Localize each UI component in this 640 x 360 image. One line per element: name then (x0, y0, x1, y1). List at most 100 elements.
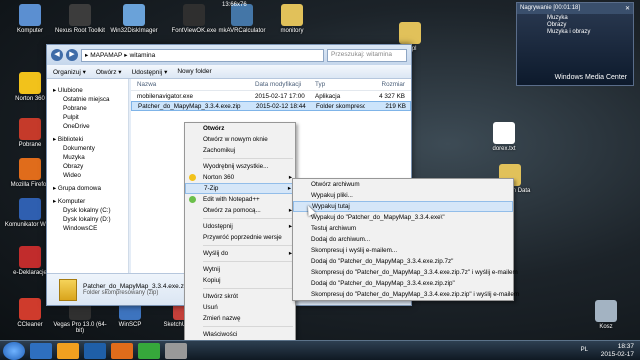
menu-separator (203, 288, 293, 289)
nav-item[interactable]: ▸ Komputer (49, 198, 126, 207)
nav-item[interactable]: Ostatnie miejsca (49, 96, 126, 105)
context-menu-item[interactable]: Otwórz (185, 123, 295, 134)
nav-item[interactable]: Wideo (49, 172, 126, 181)
submenu-item[interactable]: Otwórz archiwum (293, 179, 513, 190)
submenu-item[interactable]: Wypakuj pliki... (293, 190, 513, 201)
menu-separator (203, 326, 293, 327)
desktop-icon[interactable]: Kosz (576, 300, 636, 330)
nav-item[interactable]: ▸ Ulubione (49, 87, 126, 96)
file-name: Patcher_do_MapyMap_3.3.4.exe.zip (138, 102, 241, 110)
breadcrumb-current[interactable]: witamina (130, 52, 156, 59)
menu-item-label: Wypakuj pliki... (311, 192, 353, 199)
submenu-item[interactable]: Testuj archiwum (293, 223, 513, 234)
context-menu-item[interactable]: Norton 360 ▸ (185, 172, 295, 183)
gadget-item-music[interactable]: Muzyka (517, 14, 633, 21)
submenu-item[interactable]: Dodaj do "Patcher_do_MapyMap_3.3.4.exe.z… (293, 278, 513, 289)
context-menu-item[interactable]: Otwórz w nowym oknie (185, 134, 295, 145)
menu-item-label: Wyślij do (203, 250, 229, 257)
taskbar-app-icon[interactable] (111, 342, 133, 359)
submenu-item[interactable]: Skompresuj i wyślij e-mailem... (293, 245, 513, 256)
context-menu-item[interactable]: Wyślij do ▸ (185, 248, 295, 259)
submenu-item[interactable]: Wypakuj tutaj (293, 201, 513, 212)
system-clock[interactable]: 18:37 2015-02-17 (601, 343, 634, 359)
submenu-item[interactable]: Wypakuj do "Patcher_do_MapyMap_3.3.4.exe… (293, 212, 513, 223)
context-menu-item[interactable]: Utwórz skrót (185, 291, 295, 302)
desktop-icon[interactable]: Nexus Root Toolkit (50, 4, 110, 34)
language-indicator[interactable]: PL (581, 347, 588, 353)
submenu-item[interactable]: Skompresuj do "Patcher_do_MapyMap_3.3.4.… (293, 289, 519, 300)
recording-size: 13:66x76 (222, 2, 247, 8)
app-icon (493, 122, 515, 144)
taskbar-app-icon[interactable] (165, 342, 187, 359)
nav-item[interactable]: OneDrive (49, 123, 126, 132)
column-headers: Nazwa Data modyfikacji Typ Rozmiar (131, 79, 411, 91)
submenu-item[interactable]: Skompresuj do "Patcher_do_MapyMap_3.3.4.… (293, 267, 518, 278)
column-name[interactable]: Nazwa (131, 81, 249, 88)
menu-item-icon (189, 174, 196, 181)
context-menu-item[interactable]: Zmień nazwę (185, 313, 295, 324)
menu-item-label: Przywróć poprzednie wersje (203, 234, 282, 241)
nav-item[interactable]: Dokumenty (49, 145, 126, 154)
nav-item[interactable]: Muzyka (49, 154, 126, 163)
file-row[interactable]: mobilenavigator.exe 2015-02-17 17:00 Aplik… (131, 91, 411, 101)
back-button[interactable]: ◀ (51, 49, 63, 61)
media-center-gadget[interactable]: Nagrywanie [00:01:18] ✕ Muzyka Obrazy Mu… (516, 2, 634, 86)
file-date: 2015-02-17 17:00 (255, 92, 305, 100)
nav-item[interactable]: Dysk lokalny (D:) (49, 216, 126, 225)
address-bar[interactable]: ▸ MAPAMAP ▸ witamina (81, 48, 324, 62)
nav-item[interactable]: ▸ Biblioteki (49, 136, 126, 145)
gadget-item-music-pictures[interactable]: Muzyka i obrazy (517, 28, 633, 35)
context-menu-item[interactable]: 7-Zip ▸ (185, 183, 295, 194)
column-date[interactable]: Data modyfikacji (249, 81, 309, 88)
file-date: 2015-02-12 18:44 (256, 102, 306, 110)
context-menu-item[interactable]: Zachomikuj (185, 145, 295, 156)
app-icon (19, 198, 41, 220)
close-icon[interactable]: ✕ (625, 5, 630, 12)
gadget-item-pictures[interactable]: Obrazy (517, 21, 633, 28)
taskbar-apps (25, 342, 187, 359)
nav-item[interactable]: Obrazy (49, 163, 126, 172)
taskbar-app-icon[interactable] (57, 342, 79, 359)
context-menu-item[interactable]: Wyodrębnij wszystkie... (185, 161, 295, 172)
file-type: Aplikacja (315, 92, 341, 100)
search-input[interactable]: Przeszukaj: witamina (327, 48, 407, 62)
nav-item[interactable]: WindowsCE (49, 225, 126, 234)
context-menu-item[interactable]: Wytnij (185, 264, 295, 275)
nav-item[interactable]: Pobrane (49, 105, 126, 114)
nav-item[interactable]: Pulpit (49, 114, 126, 123)
forward-button[interactable]: ▶ (66, 49, 78, 61)
menu-item-label: Udostępnij (203, 223, 233, 230)
taskbar-app-icon[interactable] (30, 342, 52, 359)
context-menu-item[interactable]: Właściwości (185, 329, 295, 340)
taskbar-app-icon[interactable] (84, 342, 106, 359)
context-menu-item[interactable]: Przywróć poprzednie wersje (185, 232, 295, 243)
organize-button[interactable]: Organizuj ▾ (53, 68, 86, 76)
context-menu-item[interactable]: Udostępnij ▸ (185, 221, 295, 232)
column-size[interactable]: Rozmiar (364, 81, 408, 88)
share-button[interactable]: Udostępnij ▾ (132, 68, 168, 76)
file-row[interactable]: Patcher_do_MapyMap_3.3.4.exe.zip 2015-02-… (131, 101, 411, 111)
menu-item-label: Wypakuj do "Patcher_do_MapyMap_3.3.4.exe… (311, 214, 445, 221)
menu-item-label: Skompresuj i wyślij e-mailem... (311, 247, 398, 254)
breadcrumb-root[interactable]: MAPAMAP (90, 52, 122, 59)
app-icon (19, 246, 41, 268)
submenu-item[interactable]: Dodaj do archiwum... (293, 234, 513, 245)
gadget-title: Nagrywanie [00:01:18] (520, 5, 581, 11)
nav-item[interactable]: Dysk lokalny (C:) (49, 207, 126, 216)
column-type[interactable]: Typ (309, 81, 364, 88)
context-menu-item[interactable]: Usuń (185, 302, 295, 313)
context-menu-item[interactable]: Otwórz za pomocą... ▸ (185, 205, 295, 216)
desktop-icon[interactable]: dorex.txt (474, 122, 534, 152)
nav-item[interactable]: ▸ Grupa domowa (49, 185, 126, 194)
context-menu-item[interactable]: Edit with Notepad++ (185, 194, 295, 205)
new-folder-button[interactable]: Nowy folder (177, 68, 211, 75)
desktop-icon[interactable]: Win32DiskImager (104, 4, 164, 34)
menu-item-label: Usuń (203, 304, 218, 311)
taskbar-app-icon[interactable] (138, 342, 160, 359)
submenu-item[interactable]: Dodaj do "Patcher_do_MapyMap_3.3.4.exe.z… (293, 256, 513, 267)
open-button[interactable]: Otwórz ▾ (96, 68, 122, 76)
desktop-icon[interactable]: monitory (262, 4, 322, 34)
details-file-type: Folder skompresowany (zip) (83, 290, 159, 296)
context-menu-item[interactable]: Kopiuj (185, 275, 295, 286)
start-button[interactable] (3, 341, 25, 360)
